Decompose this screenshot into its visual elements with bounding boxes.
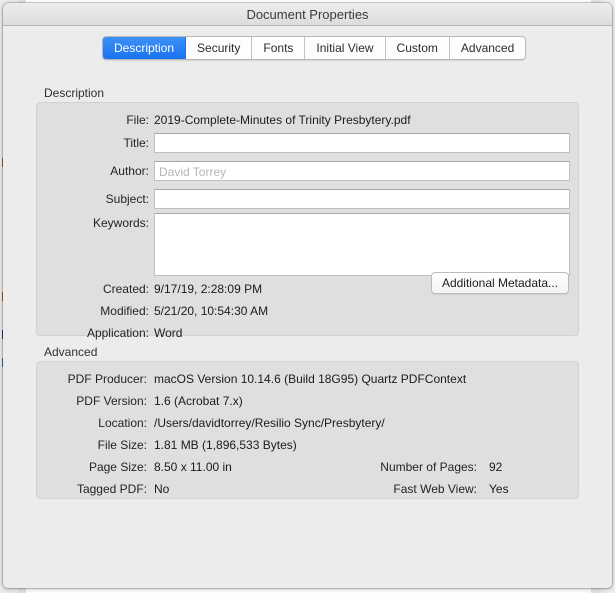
tab-initial-view[interactable]: Initial View (305, 37, 386, 59)
file-value: 2019-Complete-Minutes of Trinity Presbyt… (154, 113, 411, 127)
location-label: Location: (98, 416, 147, 430)
page-size-label: Page Size: (88, 460, 147, 474)
modified-value: 5/21/20, 10:54:30 AM (154, 304, 269, 318)
tab-bar: Description Security Fonts Initial View … (102, 36, 527, 60)
keywords-input[interactable] (154, 213, 570, 276)
file-size-value: 1.81 MB (1,896,533 Bytes) (154, 438, 297, 452)
description-group-label: Description (44, 86, 105, 100)
tagged-pdf-value: No (154, 482, 170, 496)
pdf-producer-value: macOS Version 10.14.6 (Build 18G95) Quar… (154, 372, 467, 386)
additional-metadata-button[interactable]: Additional Metadata... (431, 272, 569, 294)
tagged-pdf-label: Tagged PDF: (76, 482, 147, 496)
field-row-tagged-pdf: Tagged PDF: No Fast Web View: Yes (37, 479, 578, 499)
tab-fonts[interactable]: Fonts (252, 37, 306, 59)
document-properties-dialog: Document Properties Description Security… (3, 3, 612, 588)
field-row-file: File: 2019-Complete-Minutes of Trinity P… (37, 110, 578, 130)
application-value: Word (154, 326, 183, 340)
pdf-producer-label: PDF Producer: (67, 372, 147, 386)
page-size-value: 8.50 x 11.00 in (154, 460, 232, 474)
field-row-page-size: Page Size: 8.50 x 11.00 in Number of Pag… (37, 457, 578, 477)
tab-description[interactable]: Description (103, 37, 187, 59)
tab-advanced[interactable]: Advanced (449, 37, 526, 59)
location-value: /Users/davidtorrey/Resilio Sync/Presbyte… (154, 416, 385, 430)
description-group-box: File: 2019-Complete-Minutes of Trinity P… (36, 102, 579, 340)
file-label: File: (126, 113, 149, 127)
title-input[interactable] (154, 133, 570, 153)
field-row-application: Application: Word (37, 323, 578, 343)
title-label: Title: (123, 136, 149, 150)
screen-root: Document Properties Description Security… (0, 0, 615, 593)
pdf-version-label: PDF Version: (76, 394, 147, 408)
field-row-file-size: File Size: 1.81 MB (1,896,533 Bytes) (37, 435, 578, 455)
advanced-group-box: PDF Producer: macOS Version 10.14.6 (Bui… (36, 361, 579, 499)
tab-custom[interactable]: Custom (385, 37, 450, 59)
author-label: Author: (110, 164, 149, 178)
number-of-pages-label: Number of Pages: (380, 460, 477, 474)
dialog-body: Description Security Fonts Initial View … (3, 26, 612, 588)
fast-web-view-value: Yes (489, 482, 509, 496)
field-row-modified: Modified: 5/21/20, 10:54:30 AM (37, 301, 578, 321)
dialog-titlebar: Document Properties (3, 3, 612, 26)
modified-label: Modified: (100, 304, 149, 318)
dialog-title: Document Properties (246, 6, 369, 22)
subject-input[interactable] (154, 189, 570, 209)
field-row-pdf-producer: PDF Producer: macOS Version 10.14.6 (Bui… (37, 369, 578, 389)
subject-label: Subject: (105, 192, 149, 206)
keywords-label: Keywords: (92, 216, 149, 230)
advanced-group-label: Advanced (44, 345, 98, 359)
created-value: 9/17/19, 2:28:09 PM (154, 282, 263, 296)
application-label: Application: (86, 326, 149, 340)
file-size-label: File Size: (97, 438, 147, 452)
field-row-location: Location: /Users/davidtorrey/Resilio Syn… (37, 413, 578, 433)
field-row-pdf-version: PDF Version: 1.6 (Acrobat 7.x) (37, 391, 578, 411)
fast-web-view-label: Fast Web View: (393, 482, 477, 496)
tab-security[interactable]: Security (186, 37, 253, 59)
author-input[interactable]: David Torrey (154, 161, 570, 181)
pdf-version-value: 1.6 (Acrobat 7.x) (154, 394, 243, 408)
number-of-pages-value: 92 (489, 460, 503, 474)
created-label: Created: (102, 282, 149, 296)
